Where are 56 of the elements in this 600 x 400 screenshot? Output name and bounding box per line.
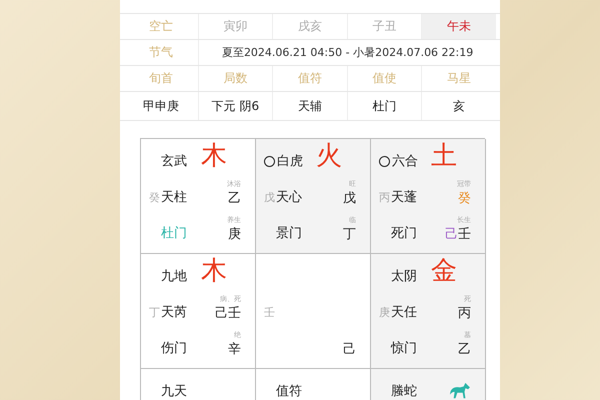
door-label: 伤门 (161, 340, 187, 358)
jieqi-value: 夏至2024.06.21 04:50 - 小暑2024.07.06 22:19 (220, 45, 474, 61)
column-header: 值使 (348, 66, 422, 91)
kongwang-value: 寅卯 (198, 14, 274, 39)
stem-label: 乙 (458, 341, 471, 358)
god-label: 六合 (379, 152, 418, 170)
column-header: 局数 (198, 66, 274, 91)
star-label: 天芮 (161, 304, 187, 322)
table-cell: 天辅 (273, 92, 348, 120)
door-label: 惊门 (391, 340, 417, 358)
god-label: 白虎 (264, 152, 303, 170)
stem-label: 丁 (343, 226, 356, 243)
door-label: 死门 (391, 225, 417, 243)
god-label: 九天 (161, 383, 187, 400)
stem-label: 辛 (228, 341, 241, 358)
column-header: 值符 (273, 66, 348, 91)
god-label: 螣蛇 (391, 383, 417, 400)
column-header: 旬首 (124, 66, 199, 91)
god-label: 值符 (276, 383, 302, 400)
column-header: 马星 (446, 70, 472, 87)
star-label: 天任 (391, 304, 417, 322)
stem-label: 戊 (343, 190, 356, 207)
stem-label: 己壬 (215, 305, 241, 322)
kongwang-label: 空亡 (124, 14, 199, 39)
element-character: 木 (201, 143, 227, 169)
stem-label: 癸 (458, 190, 471, 207)
kongwang-value: 午未 (422, 14, 496, 39)
stem-label: 丙 (379, 190, 390, 206)
kongwang-value: 戌亥 (273, 14, 348, 39)
stem-label: 丁 (149, 305, 160, 321)
table-cell: 杜门 (348, 92, 422, 120)
star-label: 天心 (276, 189, 302, 207)
stem-label: 戊 (264, 190, 275, 206)
element-character: 土 (431, 143, 457, 169)
door-label: 杜门 (161, 225, 187, 243)
table-cell: 下元 阴6 (198, 92, 274, 120)
door-label: 景门 (276, 225, 302, 243)
stem-label: 庚 (379, 305, 390, 321)
element-character: 金 (431, 258, 457, 284)
god-label: 太阴 (391, 268, 417, 285)
stem-label: 癸 (149, 190, 160, 206)
stem-label: 己 (343, 341, 356, 358)
table-cell-text: 亥 (452, 98, 466, 114)
element-character: 火 (316, 143, 342, 169)
stem-label: 丙 (458, 305, 471, 322)
stem-label: 己壬 (445, 226, 471, 243)
stem-label: 庚 (228, 226, 241, 243)
jieqi-label: 节气 (124, 40, 200, 65)
table-cell: 甲申庚 (124, 92, 199, 120)
element-character: 木 (201, 258, 227, 284)
star-label: 天蓬 (391, 189, 417, 207)
stem-label: 乙 (228, 190, 241, 207)
star-label: 天柱 (161, 189, 187, 207)
god-label: 玄武 (161, 153, 187, 170)
stem-label: 壬 (264, 305, 275, 321)
god-label: 九地 (161, 268, 187, 285)
